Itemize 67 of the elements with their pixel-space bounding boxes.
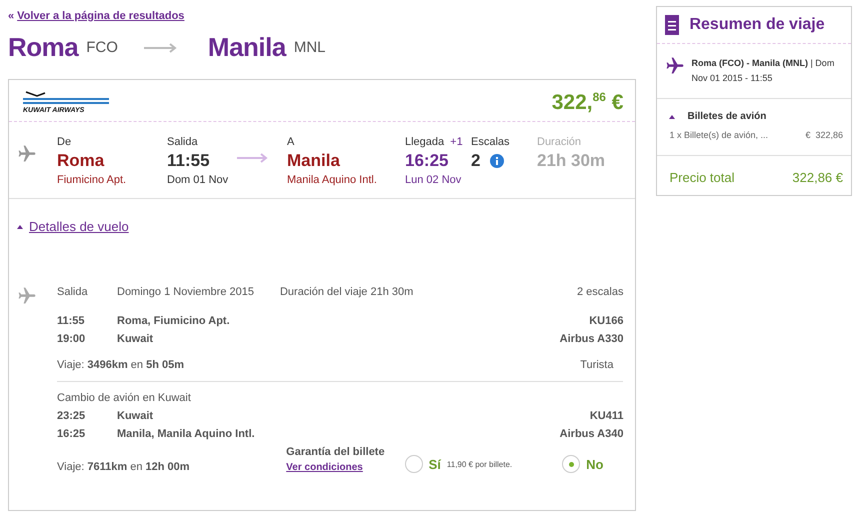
- flight-details-toggle[interactable]: Detalles de vuelo: [29, 219, 129, 234]
- segment-place: Kuwait: [117, 333, 154, 345]
- duration: 21h 30m: [537, 151, 606, 171]
- to-city: Manila: [287, 151, 341, 171]
- summary-title: Resumen de viaje: [689, 16, 825, 34]
- flight-summary: Roma (FCO) - Manila (MNL) | Dom Nov 01 2015 - 11:55: [691, 57, 836, 85]
- trip-duration: Duración del viaje 21h 30m: [280, 286, 414, 300]
- back-arrow: «: [8, 10, 14, 22]
- airplane-icon: [665, 56, 686, 76]
- guarantee-title: Garantía del billete: [286, 446, 385, 458]
- airplane-icon: [17, 286, 37, 306]
- departure-date: Dom 01 Nov: [167, 174, 230, 186]
- stops-count: 2: [471, 151, 480, 171]
- airline-logo-icon: [23, 91, 109, 105]
- segment-time: 16:25: [57, 428, 86, 440]
- arrow-icon: [144, 42, 178, 52]
- tickets-heading[interactable]: Billetes de avión: [687, 109, 766, 124]
- info-icon[interactable]: [490, 154, 504, 168]
- option-note: 11,90 € por billete.: [446, 460, 512, 468]
- option-label: No: [586, 456, 604, 472]
- day-offset: +1: [450, 136, 463, 148]
- segment-place: Kuwait: [117, 410, 154, 422]
- segment-place: Manila, Manila Aquino Intl.: [117, 428, 256, 440]
- arrival-label: Llegada: [405, 136, 444, 148]
- flight-price: 322,$^{86}$ €: [552, 90, 624, 115]
- destination-code: MNL: [294, 39, 326, 56]
- to-label: A: [287, 136, 296, 148]
- segment-time: 19:00: [57, 333, 86, 345]
- origin-code: FCO: [86, 39, 118, 56]
- ticket-amount: € 322,86: [805, 129, 843, 142]
- radio-button[interactable]: [404, 455, 423, 473]
- option-label: Sí: [428, 456, 441, 472]
- arrival-time: 16:25: [405, 151, 450, 171]
- departure-label: Salida: [57, 286, 89, 300]
- arrival-date: Lun 02 Nov: [405, 174, 462, 186]
- segment-place: Roma, Fiumicino Apt.: [117, 315, 231, 327]
- to-airport: Manila Aquino Intl.: [287, 174, 378, 186]
- total-label: Precio total: [669, 170, 735, 185]
- airplane-icon: [17, 144, 37, 164]
- ticket-item: 1 x Billete(s) de avión, ...: [669, 129, 768, 142]
- segment-header: Cambio de avión en Kuwait: [57, 392, 191, 404]
- segment-info: KU166: [588, 315, 624, 327]
- departure-date: Domingo 1 Noviembre 2015: [117, 286, 254, 300]
- segment-time: 11:55: [57, 315, 86, 327]
- from-city: Roma: [57, 151, 106, 171]
- segment-distance: Viaje: 7611km en 12h 00m: [57, 461, 190, 473]
- arrow-icon: [237, 153, 269, 163]
- origin-city: Roma: [8, 32, 78, 63]
- duration-label: Duración: [537, 136, 582, 148]
- segment-info: KU411: [588, 410, 624, 422]
- notepad-icon: [665, 15, 680, 35]
- departure-time: 11:55: [167, 151, 211, 171]
- stops-label: Escalas: [471, 136, 511, 148]
- back-link[interactable]: Volver a la página de resultados: [17, 10, 184, 22]
- departure-label: Salida: [167, 136, 199, 148]
- from-airport: Fiumicino Apt.: [57, 174, 128, 186]
- segment-info: Airbus A330: [560, 333, 624, 345]
- total-price: 322,86 €: [792, 170, 843, 185]
- segment-distance: Viaje: 3496km en 5h 05m: [57, 359, 184, 371]
- radio-button[interactable]: [562, 455, 580, 473]
- conditions-link[interactable]: Ver condiciones: [286, 462, 385, 473]
- from-label: De: [57, 136, 72, 148]
- segment-time: 23:25: [57, 410, 86, 422]
- cabin-class: Turista: [580, 359, 614, 371]
- destination-city: Manila: [208, 32, 286, 63]
- segment-info: Airbus A340: [560, 428, 624, 440]
- stops-count: 2 escalas: [576, 286, 624, 300]
